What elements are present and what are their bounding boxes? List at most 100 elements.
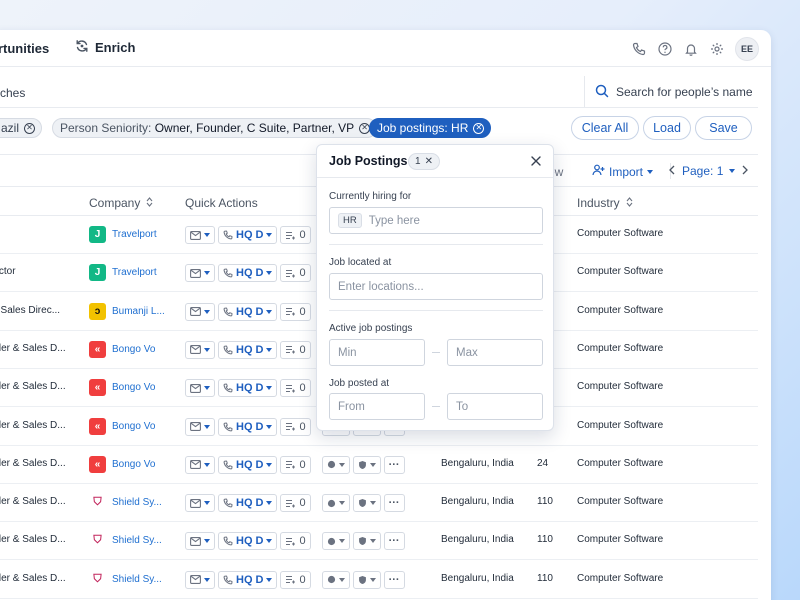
list-add-icon [286,499,296,508]
bell-icon[interactable] [683,41,699,57]
table-row[interactable]: nder & Sales D... « Bongo Vo HQ D0 ··· Bengal… [0,446,758,484]
clear-all-button[interactable]: Clear All [571,116,639,140]
sequence-action[interactable]: 0 [280,302,311,321]
company-link[interactable]: « Bongo Vo [89,417,155,435]
column-header-industry[interactable]: Industry [577,196,633,210]
email-action[interactable] [185,264,215,283]
mail-icon [190,345,201,355]
shield-action[interactable] [352,455,381,474]
phone-action[interactable]: HQ D [218,302,278,321]
sequence-action[interactable]: 0 [280,264,311,283]
column-header-company[interactable]: Company [89,196,153,210]
from-date-input[interactable]: From [329,393,425,420]
sequence-action[interactable]: 0 [280,417,311,436]
phone-action[interactable]: HQ D [218,494,278,513]
help-icon[interactable] [657,41,673,57]
shield-action[interactable] [352,532,381,551]
tab-enrich[interactable]: Enrich [75,39,135,56]
max-input[interactable]: Max [447,339,543,366]
phone-action[interactable]: HQ D [218,379,278,398]
company-link[interactable]: J Travelport [89,226,157,243]
company-link[interactable]: ⛉ Shield Sy... [89,494,162,512]
sequence-action[interactable]: 0 [280,494,311,513]
company-link[interactable]: ↄ Bumanji L... [89,302,165,320]
more-action[interactable] [321,570,350,589]
pie-icon [327,537,335,545]
close-icon[interactable]: ✕ [425,156,433,167]
load-button[interactable]: Load [643,116,691,140]
sequence-action[interactable]: 0 [280,532,311,551]
to-date-input[interactable]: To [447,393,543,420]
filter-chip-location[interactable]: azil ✕ [0,118,43,138]
close-icon[interactable]: ✕ [24,122,36,134]
company-link[interactable]: « Bongo Vo [89,379,155,397]
sequence-action[interactable]: 0 [280,340,311,359]
phone-action[interactable]: HQ D [218,570,278,589]
company-link[interactable]: « Bongo Vo [89,340,156,358]
email-action[interactable] [185,226,215,244]
location-input[interactable]: Enter locations... [329,273,543,300]
more-options-button[interactable]: ··· [383,570,405,589]
people-search-input[interactable]: Search for people’s name [584,76,758,108]
industry: Computer Software [577,304,664,316]
company-link[interactable]: ⛉ Shield Sy... [89,532,162,550]
more-options-button[interactable]: ··· [383,532,405,551]
table-row[interactable]: nder & Sales D... ⛉ Shield Sy... HQ D0 ··· Be… [0,561,758,599]
more-options-button[interactable]: ··· [383,455,405,474]
email-action[interactable] [185,532,215,551]
job-title: nder & Sales D... [0,381,66,393]
table-row[interactable]: nder & Sales D... ⛉ Shield Sy... HQ D0 ··· Be… [0,484,758,523]
company-logo: J [89,226,106,243]
email-action[interactable] [185,417,215,436]
avatar[interactable]: EE [735,37,759,61]
shield-action[interactable] [352,570,381,589]
email-action[interactable] [185,570,215,589]
save-button[interactable]: Save [695,116,752,140]
import-button[interactable]: Import [592,164,654,179]
sequence-action[interactable]: 0 [280,379,311,398]
company-name: Shield Sy... [112,497,162,509]
sequence-action[interactable]: 0 [280,455,311,474]
phone-action[interactable]: HQ D [218,340,278,359]
company-name: Travelport [112,267,157,279]
company-name: Bongo Vo [112,343,156,355]
email-action[interactable] [185,340,215,359]
phone-action[interactable]: HQ D [218,264,278,283]
email-action[interactable] [185,494,215,513]
email-action[interactable] [185,455,215,474]
popover-count-badge[interactable]: 1 ✕ [408,153,440,170]
more-options-button[interactable]: ··· [383,494,405,513]
company-link[interactable]: J Travelport [89,264,157,282]
chevron-right-icon[interactable] [741,164,749,178]
gear-icon[interactable] [709,41,725,57]
hiring-tag[interactable]: HR [338,213,362,228]
hiring-input[interactable]: HR Type here [329,207,543,234]
filter-chip-seniority[interactable]: Person Seniority: Owner, Founder, C Suit… [52,118,378,138]
more-action[interactable] [321,494,350,513]
table-row[interactable]: nder & Sales D... ⛉ Shield Sy... HQ D0 ··· Be… [0,522,758,561]
tab-opportunities[interactable]: ortunities [0,41,49,56]
company-logo: J [89,264,106,282]
close-popover-button[interactable] [529,154,543,168]
email-action[interactable] [185,302,215,321]
phone-action[interactable]: HQ D [218,226,278,244]
close-icon[interactable]: ✕ [473,122,485,134]
phone-icon[interactable] [631,41,647,57]
phone-action[interactable]: HQ D [218,455,278,474]
phone-action[interactable]: HQ D [218,417,278,436]
shield-action[interactable] [352,494,381,513]
saved-searches-label[interactable]: ches [0,86,25,100]
phone-action[interactable]: HQ D [218,532,278,551]
more-action[interactable] [321,532,350,551]
min-input[interactable]: Min [329,339,425,366]
sequence-action[interactable]: 0 [280,226,311,244]
page-select[interactable]: Page: 1 [682,164,723,178]
chevron-left-icon[interactable] [668,164,676,178]
sequence-action[interactable]: 0 [280,570,311,589]
filter-chip-job-postings[interactable]: Job postings: HR ✕ [369,118,492,138]
email-action[interactable] [185,379,215,398]
company-link[interactable]: ⛉ Shield Sy... [89,570,162,588]
more-action[interactable] [321,455,350,474]
company-link[interactable]: « Bongo Vo [89,455,155,473]
list-add-icon [286,461,296,469]
